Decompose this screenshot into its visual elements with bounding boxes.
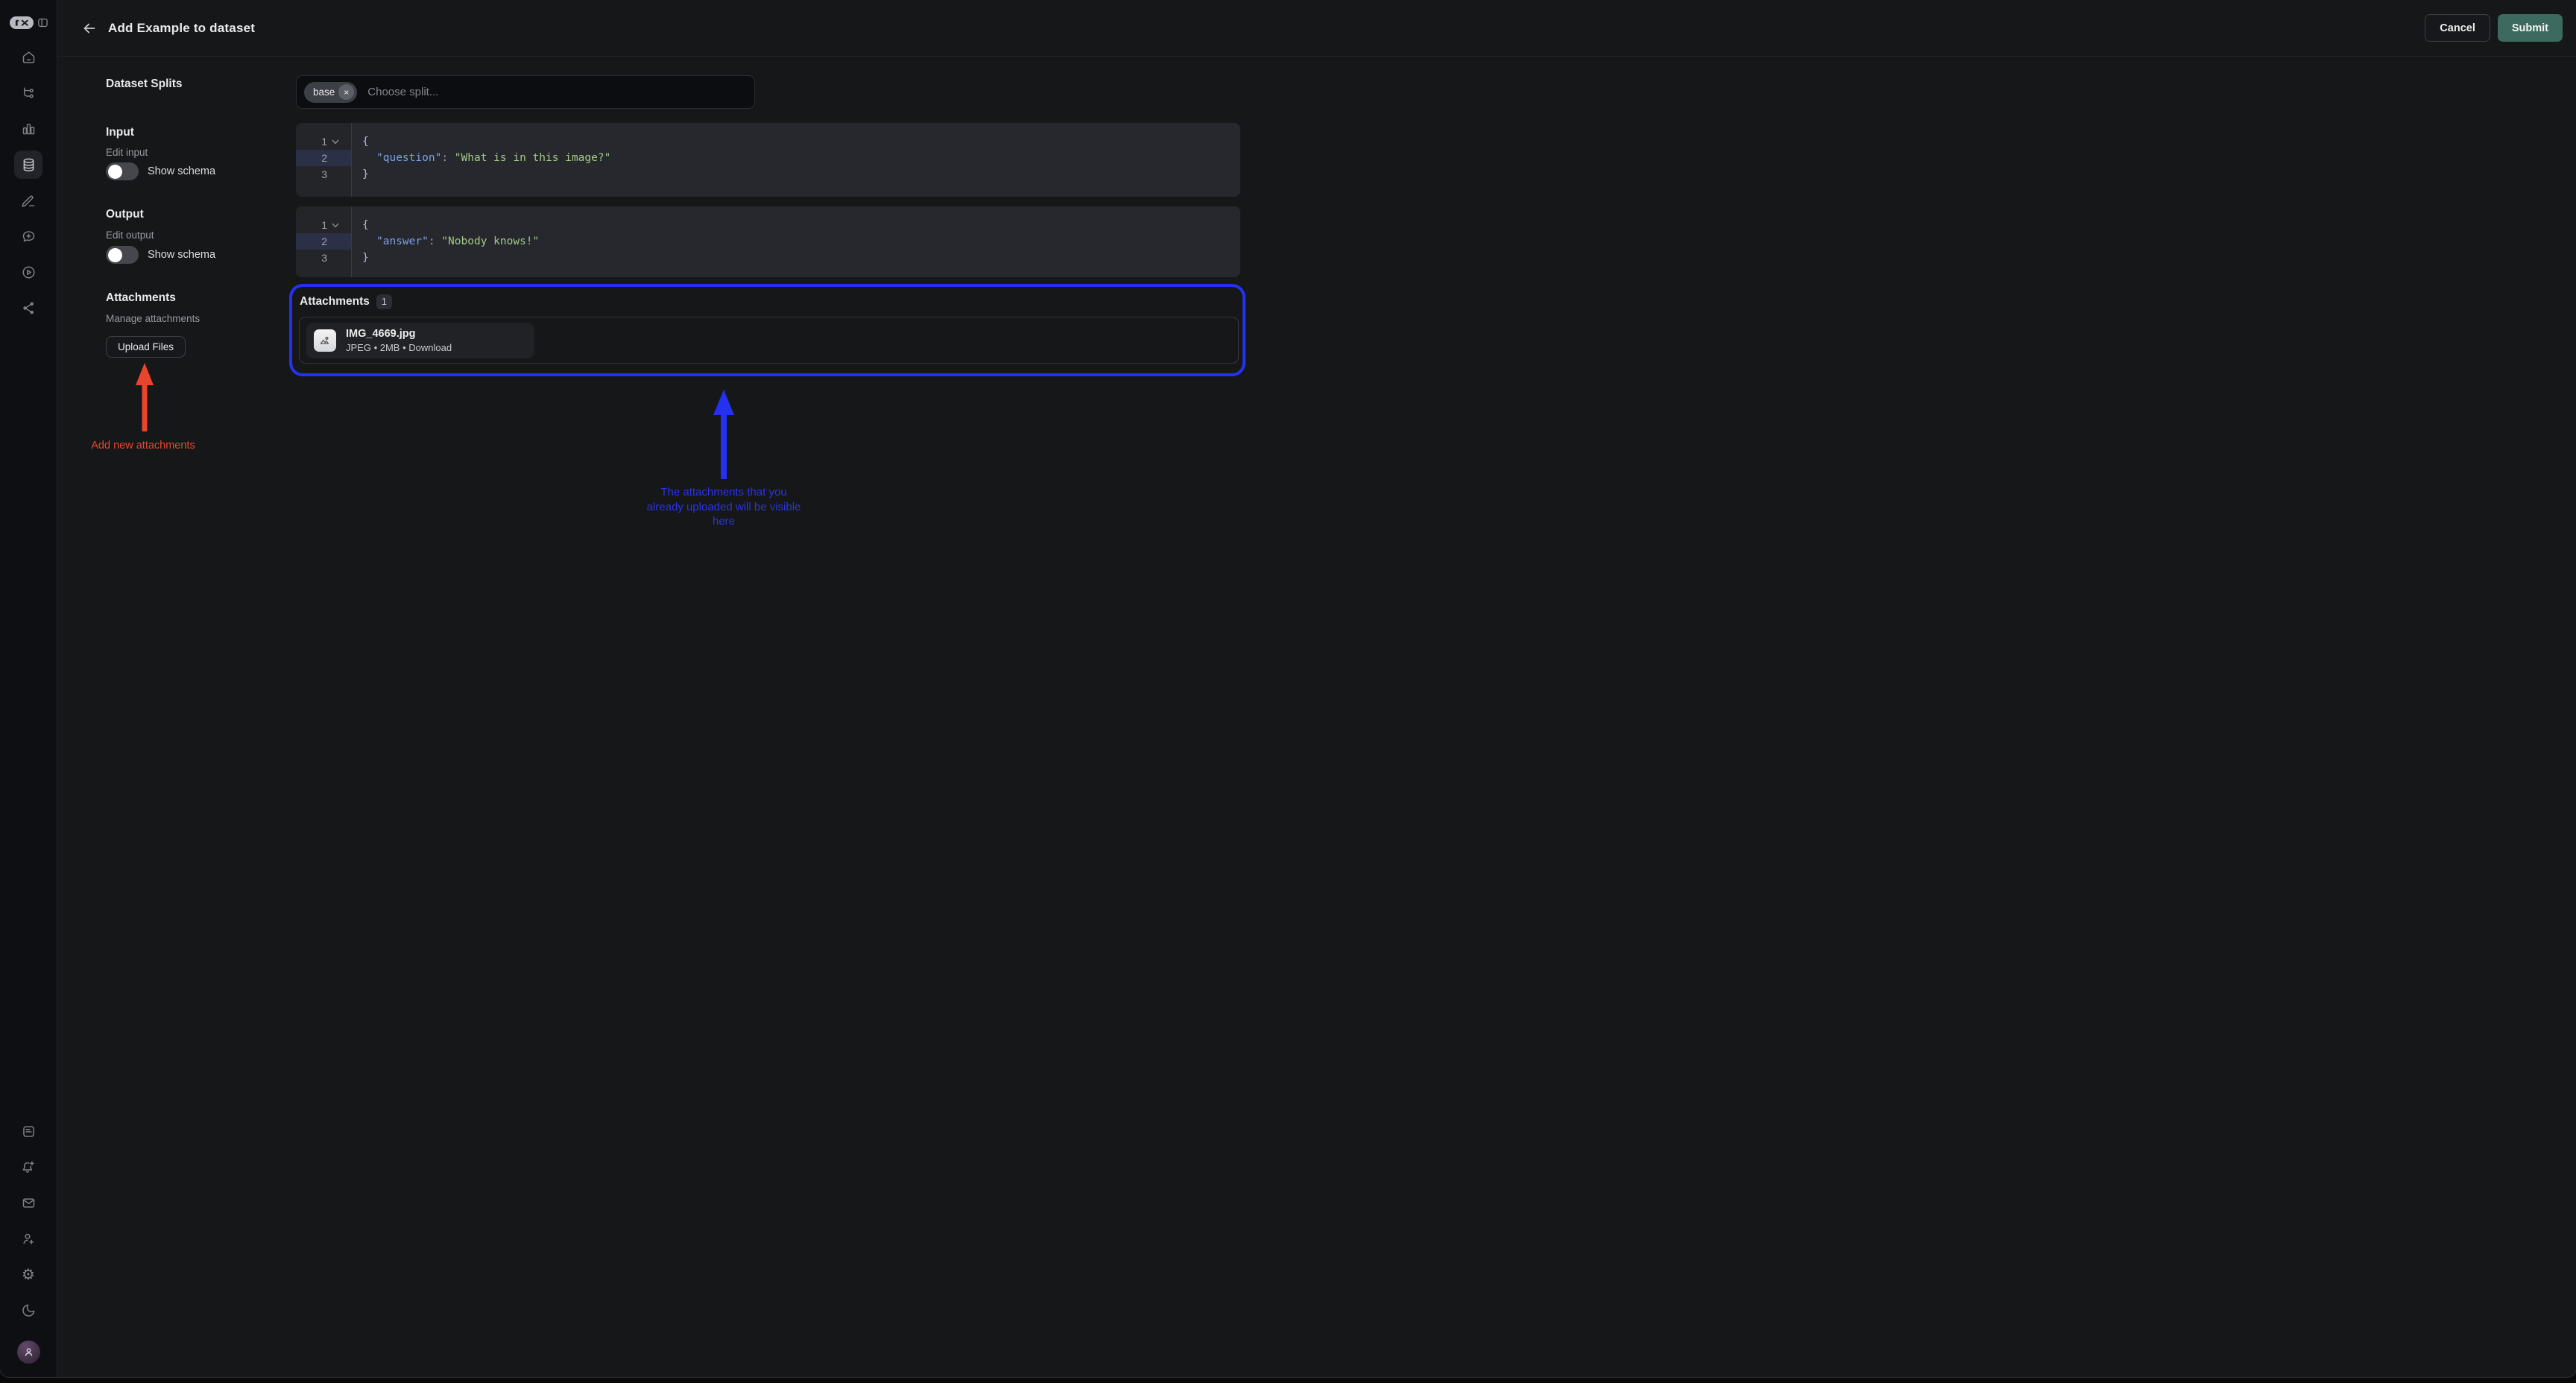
- input-show-schema-toggle[interactable]: [106, 162, 139, 180]
- red-annotation-note: Add new attachments: [83, 440, 203, 452]
- toggle-knob: [108, 165, 122, 179]
- split-select-input[interactable]: base × Choose split...: [296, 75, 755, 109]
- fold-chevron-icon[interactable]: [332, 223, 339, 228]
- upload-files-button[interactable]: Upload Files: [106, 336, 186, 358]
- sidebar-bottom-nav: ⚙: [14, 1117, 42, 1377]
- output-code: { "answer": "Nobody knows!" }: [352, 206, 539, 277]
- submit-button[interactable]: Submit: [2498, 14, 2563, 42]
- play-circle-icon: [21, 265, 37, 280]
- output-show-schema-toggle[interactable]: [106, 246, 139, 264]
- line-number: 1: [296, 133, 327, 150]
- image-file-icon: [314, 329, 336, 352]
- json-value: "Nobody knows!": [441, 235, 539, 247]
- page-title: Add Example to dataset: [108, 21, 255, 36]
- sidebar-item-docs[interactable]: [14, 1117, 42, 1145]
- chat-plus-icon: [21, 229, 37, 244]
- sidebar-item-playground[interactable]: [14, 258, 42, 286]
- split-placeholder: Choose split...: [367, 86, 438, 98]
- main-area: Add Example to dataset Cancel Submit Dat…: [57, 0, 2576, 1377]
- envelope-icon: [21, 1195, 37, 1211]
- cancel-button[interactable]: Cancel: [2425, 14, 2490, 42]
- json-key: "question": [376, 152, 441, 164]
- attachments-count-badge: 1: [376, 294, 392, 309]
- attachment-meta: JPEG • 2MB • Download: [346, 342, 452, 353]
- attachments-section-subtitle: Manage attachments: [106, 313, 200, 324]
- sidebar-item-inbox[interactable]: [14, 1189, 42, 1217]
- output-code-editor[interactable]: 1 2 3 { "answer": "Nobody knows!" }: [296, 206, 1240, 277]
- red-annotation-arrow: [134, 363, 155, 431]
- sidebar-item-monitoring[interactable]: [14, 115, 42, 143]
- sidebar-item-datasets[interactable]: [14, 151, 42, 179]
- attachments-list: IMG_4669.jpg JPEG • 2MB • Download: [299, 317, 1239, 364]
- attachment-filename: IMG_4669.jpg: [346, 328, 452, 340]
- fold-chevron-icon[interactable]: [332, 139, 339, 145]
- sidebar-item-deployments[interactable]: [14, 294, 42, 322]
- split-chip: base ×: [304, 82, 357, 103]
- attachments-panel: Attachments 1 IMG_4669.jpg JPE: [289, 284, 1246, 376]
- sidebar-item-annotation-queues[interactable]: [14, 186, 42, 215]
- moon-icon: [21, 1303, 37, 1318]
- dataset-splits-label: Dataset Splits: [106, 77, 183, 91]
- sidebar-item-traces[interactable]: [14, 79, 42, 107]
- topbar: Add Example to dataset Cancel Submit: [57, 0, 2576, 57]
- share-nodes-icon: [21, 300, 37, 316]
- sidebar-toggle-icon[interactable]: [37, 17, 48, 28]
- pen-icon: [21, 193, 37, 209]
- line-number: 3: [296, 166, 327, 183]
- sidebar-nav: [14, 43, 42, 322]
- line-number: 1: [296, 217, 327, 233]
- remove-split-icon[interactable]: ×: [338, 84, 354, 100]
- bell-plus-icon: [21, 1159, 37, 1175]
- home-icon: [21, 50, 37, 66]
- output-section-title: Output: [106, 208, 144, 221]
- sidebar-item-chat-add[interactable]: [14, 222, 42, 250]
- json-value: "What is in this image?": [455, 152, 611, 164]
- input-section-subtitle: Edit input: [106, 147, 148, 158]
- json-key: "answer": [376, 235, 429, 247]
- attachments-section-title: Attachments: [106, 291, 176, 305]
- input-code: { "question": "What is in this image?" }: [352, 123, 610, 197]
- blue-annotation-arrow: [711, 390, 736, 479]
- gear-icon: ⚙: [22, 1267, 35, 1282]
- output-section-subtitle: Edit output: [106, 230, 154, 241]
- sidebar-item-theme[interactable]: [14, 1296, 42, 1324]
- trace-tree-icon: [21, 86, 37, 101]
- bar-chart-icon: [21, 121, 37, 137]
- output-show-schema-label: Show schema: [148, 249, 215, 261]
- output-editor-gutter: 1 2 3: [296, 206, 352, 277]
- sidebar: ⚙: [0, 0, 57, 1377]
- form-content: Dataset Splits base × Choose split... In…: [57, 57, 2576, 1377]
- app-window: ⚙ Add Example to: [0, 0, 2576, 1377]
- arrow-left-icon: [81, 20, 98, 37]
- input-section-title: Input: [106, 126, 134, 139]
- back-button[interactable]: [80, 19, 99, 38]
- sidebar-item-notifications[interactable]: [14, 1153, 42, 1181]
- sidebar-item-invite-user[interactable]: [14, 1224, 42, 1253]
- langsmith-logo-icon[interactable]: [10, 16, 34, 29]
- person-icon: [22, 1346, 35, 1358]
- attachment-item[interactable]: IMG_4669.jpg JPEG • 2MB • Download: [306, 323, 534, 358]
- input-show-schema-label: Show schema: [148, 165, 215, 177]
- database-icon: [21, 157, 37, 173]
- download-link[interactable]: Download: [408, 342, 452, 353]
- sidebar-item-settings[interactable]: ⚙: [14, 1260, 42, 1288]
- attachments-panel-title: Attachments: [300, 295, 370, 308]
- sidebar-item-home[interactable]: [14, 43, 42, 72]
- line-number: 2: [296, 233, 327, 250]
- user-avatar[interactable]: [17, 1341, 40, 1364]
- blue-annotation-note: The attachments that you already uploade…: [627, 485, 821, 529]
- toggle-knob: [108, 248, 122, 262]
- split-chip-label: base: [313, 86, 335, 98]
- input-code-editor[interactable]: 1 2 3 { "question": "What is in this ima…: [296, 123, 1240, 197]
- line-number: 2: [296, 150, 327, 166]
- user-plus-icon: [21, 1231, 37, 1247]
- input-editor-gutter: 1 2 3: [296, 123, 352, 197]
- document-lines-icon: [21, 1124, 37, 1139]
- line-number: 3: [296, 250, 327, 266]
